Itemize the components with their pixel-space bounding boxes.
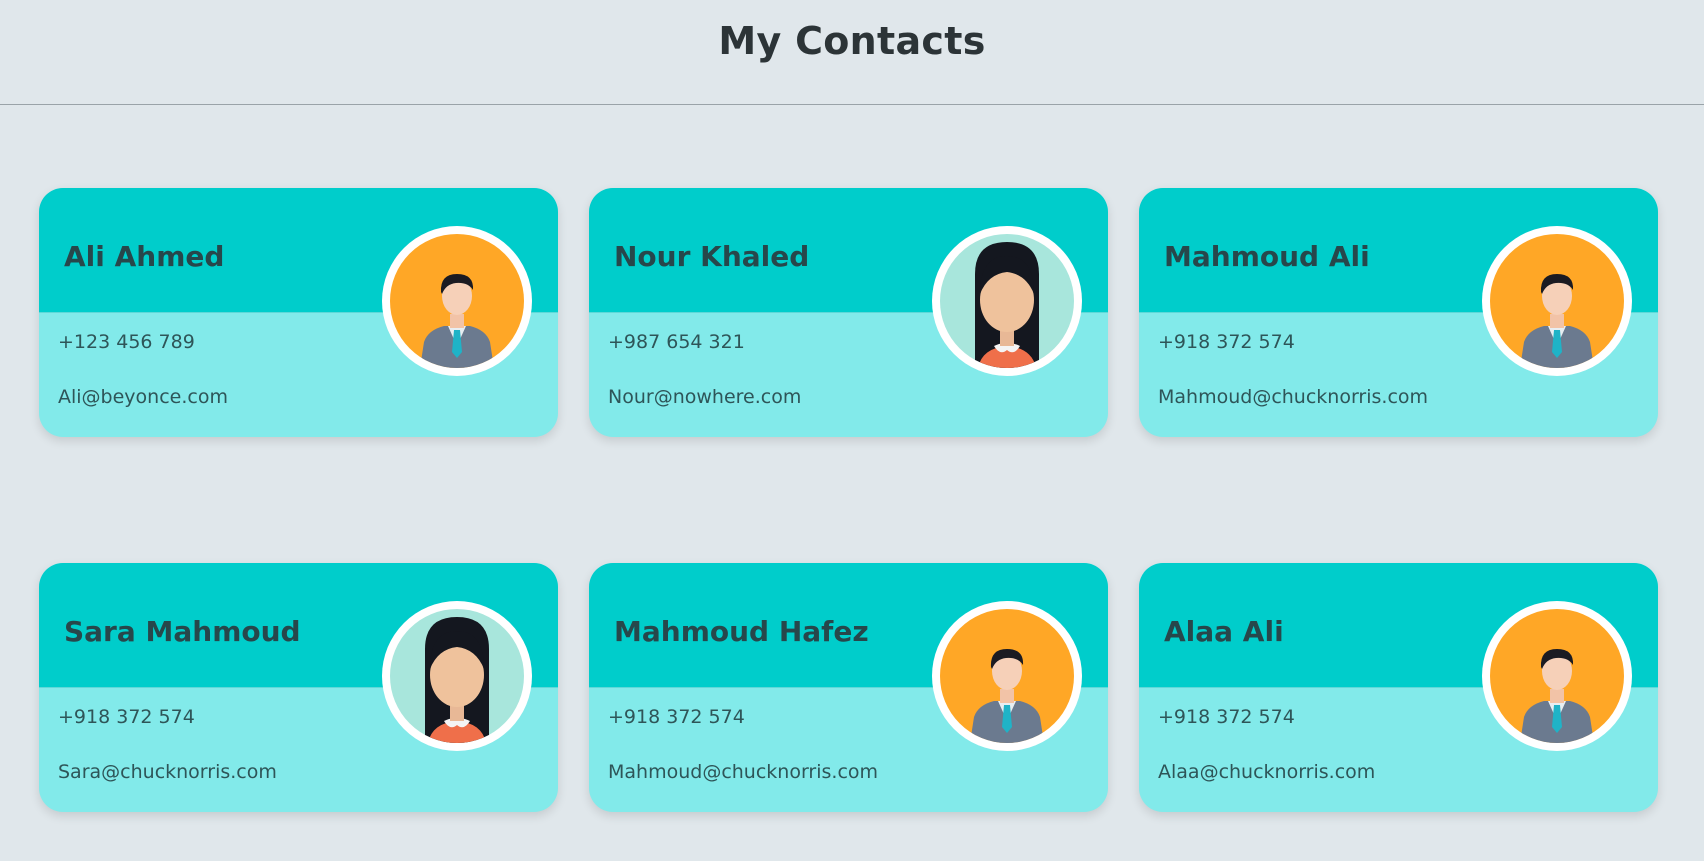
- contact-email[interactable]: Sara@chucknorris.com: [58, 761, 277, 783]
- avatar: [932, 226, 1082, 376]
- contact-phone[interactable]: +123 456 789: [58, 331, 195, 353]
- contact-email[interactable]: Mahmoud@chucknorris.com: [608, 761, 878, 783]
- male-avatar-icon: [1490, 609, 1624, 743]
- contact-name: Alaa Ali: [1164, 615, 1284, 648]
- male-avatar-icon: [940, 609, 1074, 743]
- contact-phone[interactable]: +918 372 574: [1158, 331, 1295, 353]
- contact-card[interactable]: Mahmoud Ali +918 372 574 Mahmoud@chuckno…: [1139, 188, 1658, 437]
- contact-phone[interactable]: +987 654 321: [608, 331, 745, 353]
- contact-phone[interactable]: +918 372 574: [58, 706, 195, 728]
- contact-name: Ali Ahmed: [64, 240, 225, 273]
- female-avatar-icon: [390, 609, 524, 743]
- page-header: My Contacts: [0, 0, 1704, 105]
- contact-card[interactable]: Sara Mahmoud +918 372 574 Sara@chucknorr…: [39, 563, 558, 812]
- contact-phone[interactable]: +918 372 574: [608, 706, 745, 728]
- contacts-grid: Ali Ahmed +123 456 789 Ali@beyonce.com N…: [39, 188, 1658, 812]
- contact-name: Nour Khaled: [614, 240, 810, 273]
- contact-card[interactable]: Nour Khaled +987 654 321 Nour@nowhere.co…: [589, 188, 1108, 437]
- contact-email[interactable]: Nour@nowhere.com: [608, 386, 801, 408]
- page-title: My Contacts: [718, 19, 986, 63]
- contact-name: Sara Mahmoud: [64, 615, 301, 648]
- contact-card[interactable]: Ali Ahmed +123 456 789 Ali@beyonce.com: [39, 188, 558, 437]
- contact-email[interactable]: Mahmoud@chucknorris.com: [1158, 386, 1428, 408]
- contact-card[interactable]: Alaa Ali +918 372 574 Alaa@chucknorris.c…: [1139, 563, 1658, 812]
- contact-phone[interactable]: +918 372 574: [1158, 706, 1295, 728]
- avatar: [1482, 226, 1632, 376]
- avatar: [932, 601, 1082, 751]
- contact-email[interactable]: Alaa@chucknorris.com: [1158, 761, 1375, 783]
- contact-card[interactable]: Mahmoud Hafez +918 372 574 Mahmoud@chuck…: [589, 563, 1108, 812]
- avatar: [1482, 601, 1632, 751]
- male-avatar-icon: [1490, 234, 1624, 368]
- avatar: [382, 601, 532, 751]
- contact-email[interactable]: Ali@beyonce.com: [58, 386, 228, 408]
- contact-name: Mahmoud Hafez: [614, 615, 869, 648]
- contact-name: Mahmoud Ali: [1164, 240, 1370, 273]
- female-avatar-icon: [940, 234, 1074, 368]
- male-avatar-icon: [390, 234, 524, 368]
- avatar: [382, 226, 532, 376]
